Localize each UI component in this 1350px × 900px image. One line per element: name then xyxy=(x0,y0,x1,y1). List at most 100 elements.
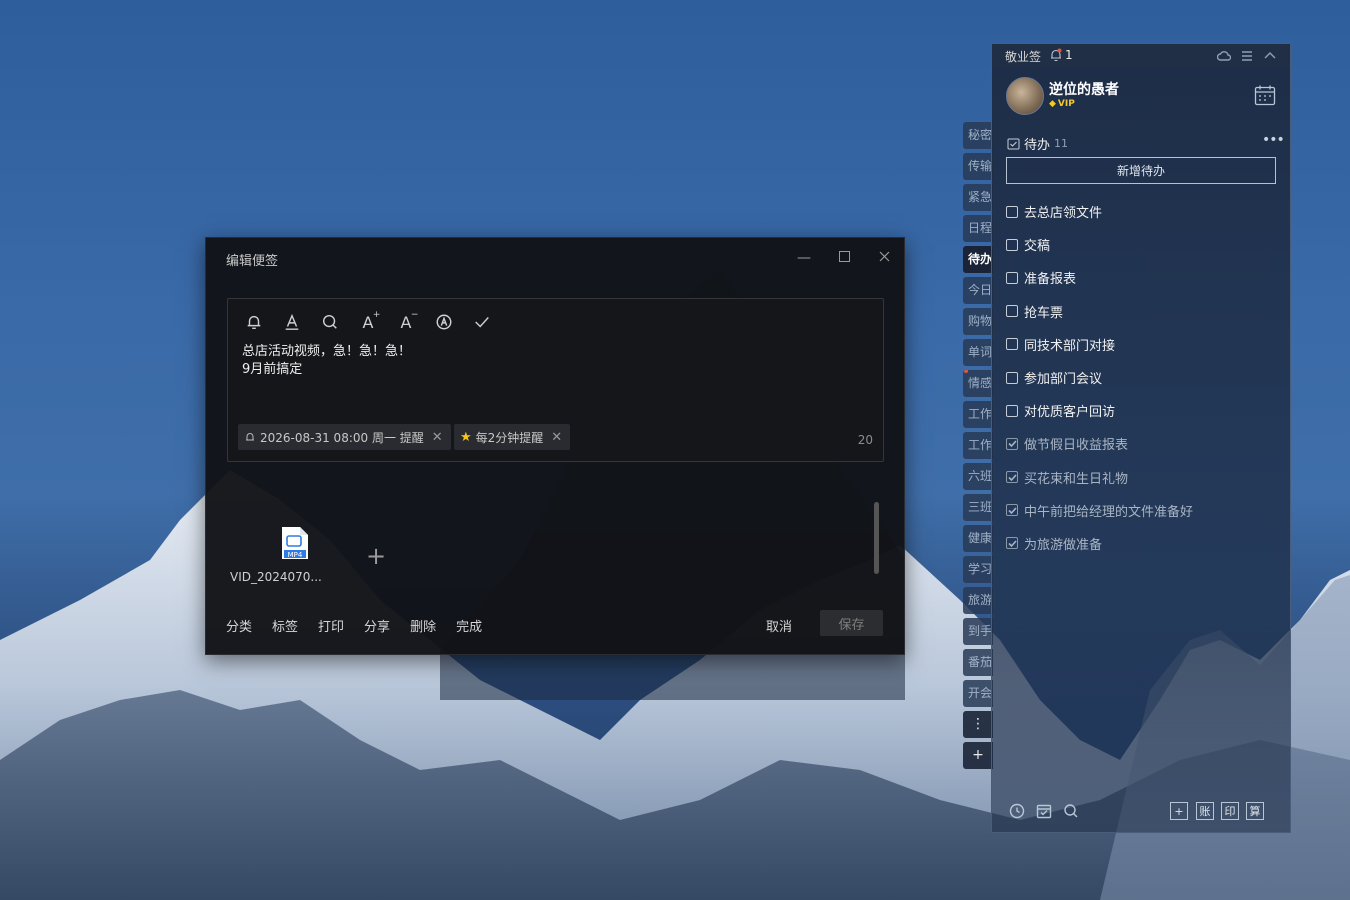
todo-item[interactable]: 同技术部门对接 xyxy=(1006,328,1276,361)
new-todo-button[interactable]: 新增待办 xyxy=(1006,157,1276,184)
todo-checkbox[interactable] xyxy=(1006,305,1018,318)
complete-link[interactable]: 完成 xyxy=(456,616,482,635)
todo-item[interactable]: 参加部门会议 xyxy=(1006,361,1276,394)
todo-item[interactable]: 去总店领文件 xyxy=(1006,195,1276,228)
todo-checkbox-checked[interactable] xyxy=(1006,504,1018,517)
todo-check-icon xyxy=(1007,138,1020,150)
more-tabs-icon[interactable]: ⋮ xyxy=(963,711,993,738)
tab-today[interactable]: 今日 xyxy=(963,277,993,304)
tab-work-2[interactable]: 工作 xyxy=(963,432,993,459)
tab-secret[interactable]: 秘密 xyxy=(963,122,993,149)
tag-link[interactable]: 标签 xyxy=(272,616,298,635)
avatar[interactable] xyxy=(1006,77,1044,115)
todo-text: 交稿 xyxy=(1024,239,1051,255)
todo-text: 去总店领文件 xyxy=(1024,206,1103,222)
todo-item-done[interactable]: 买花束和生日礼物 xyxy=(1006,461,1276,494)
char-count: 20 xyxy=(857,433,873,447)
tab-schedule[interactable]: 日程 xyxy=(963,215,993,242)
tab-class-3[interactable]: 三班 xyxy=(963,494,993,521)
todo-text: 买花束和生日礼物 xyxy=(1024,471,1129,487)
save-button[interactable]: 保存 xyxy=(820,610,883,636)
category-tabs: 秘密 传输 紧急 日程 待办 今日 购物 单词 情感 工作 工作 六班 三班 健… xyxy=(963,122,993,773)
calendar-icon[interactable] xyxy=(1254,84,1276,106)
tab-words[interactable]: 单词 xyxy=(963,339,993,366)
search-icon[interactable] xyxy=(320,311,340,333)
reminder-chip[interactable]: 2026-08-31 08:00 周一 提醒 ✕ xyxy=(238,424,451,450)
todo-checkbox[interactable] xyxy=(1006,371,1018,384)
font-increase-icon[interactable]: A + xyxy=(358,310,381,333)
close-button[interactable] xyxy=(874,248,894,268)
more-options-icon[interactable]: ••• xyxy=(1262,132,1285,148)
notification-bell-icon[interactable] xyxy=(1049,48,1063,62)
delete-link[interactable]: 删除 xyxy=(410,616,436,635)
remove-repeat-icon[interactable]: ✕ xyxy=(551,430,562,445)
ledger-button[interactable]: 账 xyxy=(1196,802,1214,820)
calendar-check-icon[interactable] xyxy=(1036,803,1054,821)
remove-reminder-icon[interactable]: ✕ xyxy=(432,430,443,445)
checkmark-icon[interactable] xyxy=(472,311,492,333)
tab-work-1[interactable]: 工作 xyxy=(963,401,993,428)
search-icon[interactable] xyxy=(1063,803,1081,821)
tab-class-6[interactable]: 六班 xyxy=(963,463,993,490)
tab-study[interactable]: 学习 xyxy=(963,556,993,583)
note-editor-box[interactable]: A + A − 总店活动视频，急！急！急！ 9月前搞定 2026-08-31 08:… xyxy=(227,298,884,462)
todo-list: 去总店领文件 交稿 准备报表 抢车票 同技术部门对接 参加部门会议 对优质客户回… xyxy=(1006,195,1276,560)
text-color-icon[interactable] xyxy=(282,311,302,333)
tab-urgent[interactable]: 紧急 xyxy=(963,184,993,211)
add-note-button[interactable]: + xyxy=(1170,802,1188,820)
todo-item[interactable]: 准备报表 xyxy=(1006,261,1276,294)
format-circle-icon[interactable] xyxy=(434,311,454,333)
note-content[interactable]: 总店活动视频，急！急！急！ 9月前搞定 xyxy=(242,343,411,379)
calculator-button[interactable]: 算 xyxy=(1246,802,1264,820)
print-button[interactable]: 印 xyxy=(1221,802,1239,820)
todo-item[interactable]: 对优质客户回访 xyxy=(1006,394,1276,427)
minimize-button[interactable]: — xyxy=(794,248,814,268)
file-type-label: MP4 xyxy=(288,551,303,559)
user-name[interactable]: 逆位的愚者 xyxy=(1049,79,1119,99)
todo-checkbox[interactable] xyxy=(1006,205,1018,218)
editor-toolbar: A + A − xyxy=(244,310,492,333)
tab-travel[interactable]: 旅游 xyxy=(963,587,993,614)
bottom-actions: 分类 标签 打印 分享 删除 完成 xyxy=(226,616,482,635)
cloud-sync-icon[interactable] xyxy=(1216,48,1233,64)
collapse-up-icon[interactable] xyxy=(1263,48,1279,64)
add-tab-icon[interactable]: + xyxy=(963,742,993,769)
font-decrease-icon[interactable]: A − xyxy=(396,310,419,333)
vip-label: VIP xyxy=(1057,99,1075,109)
todo-item[interactable]: 交稿 xyxy=(1006,228,1276,261)
cancel-button[interactable]: 取消 xyxy=(766,616,792,635)
repeat-reminder-chip[interactable]: ★ 每2分钟提醒 ✕ xyxy=(454,424,571,450)
todo-checkbox-checked[interactable] xyxy=(1006,537,1018,550)
tab-transfer[interactable]: 传输 xyxy=(963,153,993,180)
todo-checkbox[interactable] xyxy=(1006,404,1018,417)
scrollbar[interactable] xyxy=(874,502,879,574)
tab-hand[interactable]: 到手 xyxy=(963,618,993,645)
reminder-bell-icon[interactable] xyxy=(244,311,264,333)
todo-checkbox-checked[interactable] xyxy=(1006,437,1018,450)
menu-icon[interactable] xyxy=(1240,48,1256,64)
todo-item[interactable]: 抢车票 xyxy=(1006,295,1276,328)
print-link[interactable]: 打印 xyxy=(318,616,344,635)
tab-meeting[interactable]: 开会 xyxy=(963,680,993,707)
maximize-button[interactable] xyxy=(834,248,854,268)
tab-emotion[interactable]: 情感 xyxy=(963,370,993,397)
todo-text: 对优质客户回访 xyxy=(1024,405,1116,421)
todo-item-done[interactable]: 中午前把给经理的文件准备好 xyxy=(1006,494,1276,527)
attachment-item[interactable]: MP4 VID_2024070... xyxy=(230,526,330,584)
todo-text: 抢车票 xyxy=(1024,305,1064,321)
tab-tomato[interactable]: 番茄 xyxy=(963,649,993,676)
share-link[interactable]: 分享 xyxy=(364,616,390,635)
section-count: 11 xyxy=(1054,137,1069,150)
todo-checkbox-checked[interactable] xyxy=(1006,471,1018,484)
tab-shopping[interactable]: 购物 xyxy=(963,308,993,335)
category-link[interactable]: 分类 xyxy=(226,616,252,635)
tab-todo[interactable]: 待办 xyxy=(963,246,993,273)
todo-item-done[interactable]: 为旅游做准备 xyxy=(1006,527,1276,560)
todo-checkbox[interactable] xyxy=(1006,271,1018,284)
tab-health[interactable]: 健康 xyxy=(963,525,993,552)
todo-checkbox[interactable] xyxy=(1006,238,1018,251)
add-attachment-button[interactable]: + xyxy=(366,542,386,570)
todo-item-done[interactable]: 做节假日收益报表 xyxy=(1006,427,1276,460)
clock-icon[interactable] xyxy=(1009,803,1027,821)
todo-checkbox[interactable] xyxy=(1006,338,1018,351)
